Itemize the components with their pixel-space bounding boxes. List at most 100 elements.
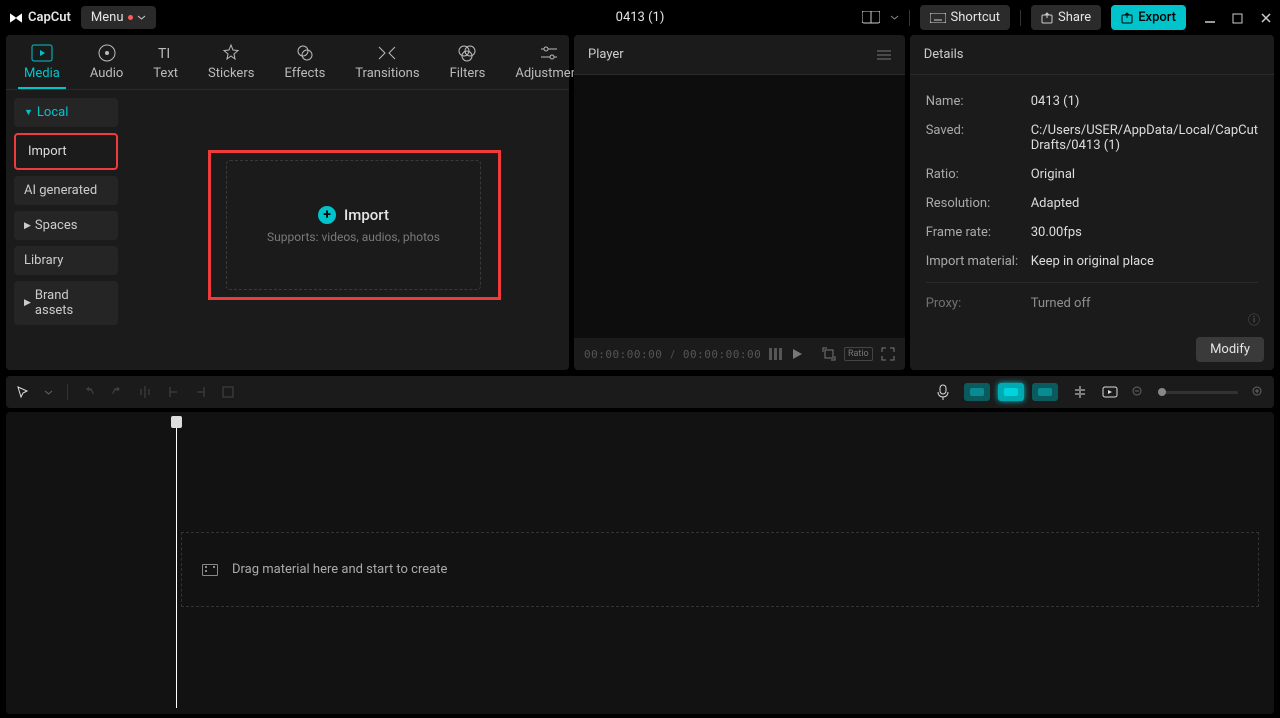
track-toggle-1[interactable]: [964, 383, 990, 401]
text-icon: TI: [155, 43, 177, 63]
timeline-drop-hint[interactable]: Drag material here and start to create: [181, 532, 1259, 607]
share-button[interactable]: Share: [1031, 5, 1101, 30]
modify-button[interactable]: Modify: [1196, 337, 1264, 362]
menu-dot-indicator: [128, 15, 133, 20]
sidebar-item-library[interactable]: Library: [14, 246, 118, 275]
sidebar-item-spaces[interactable]: ▶Spaces: [14, 211, 118, 240]
layout-chevron-icon[interactable]: [890, 13, 899, 22]
time-current: 00:00:00:00: [584, 348, 662, 361]
detail-key-name: Name:: [926, 94, 1031, 109]
tab-audio[interactable]: Audio: [84, 41, 129, 89]
import-dropzone[interactable]: + Import Supports: videos, audios, photo…: [226, 160, 481, 290]
align-icon[interactable]: [1072, 385, 1088, 399]
category-tabs: Media Audio TI Text Stickers Effects Tra…: [6, 35, 569, 90]
close-button[interactable]: [1260, 12, 1272, 24]
separator: [909, 10, 910, 26]
svg-text:TI: TI: [158, 46, 170, 62]
timeline-toolbar: [6, 376, 1274, 408]
mic-icon[interactable]: [936, 384, 950, 400]
transitions-icon: [376, 43, 398, 63]
menu-button[interactable]: Menu: [81, 6, 156, 29]
tab-effects[interactable]: Effects: [278, 41, 331, 89]
detail-val-res: Adapted: [1031, 196, 1258, 211]
detail-val-ratio: Original: [1031, 167, 1258, 182]
stickers-icon: [220, 43, 242, 63]
split-icon[interactable]: [138, 385, 152, 399]
app-name: CapCut: [28, 10, 71, 25]
timeline-area[interactable]: Drag material here and start to create: [6, 412, 1274, 714]
capcut-icon: [8, 10, 24, 26]
export-button[interactable]: Export: [1111, 5, 1186, 30]
detail-val-proxy: Turned off: [1031, 296, 1258, 311]
trim-right-icon[interactable]: [194, 385, 208, 399]
fullscreen-icon[interactable]: [881, 347, 895, 361]
maximize-button[interactable]: [1232, 12, 1244, 24]
player-title: Player: [588, 47, 624, 62]
film-icon: [202, 564, 218, 576]
tab-media[interactable]: Media: [18, 41, 66, 89]
tab-filters[interactable]: Filters: [444, 41, 492, 89]
ratio-button[interactable]: Ratio: [844, 347, 873, 361]
minimize-button[interactable]: [1204, 12, 1216, 24]
delete-icon[interactable]: [222, 386, 234, 398]
columns-icon[interactable]: [769, 348, 783, 360]
cursor-chevron-icon[interactable]: [44, 388, 53, 397]
zoom-in-icon[interactable]: [1252, 386, 1264, 398]
trim-left-icon[interactable]: [166, 385, 180, 399]
project-title: 0413 (1): [616, 10, 665, 25]
sidebar-item-local[interactable]: ▼Local: [14, 98, 118, 127]
detail-key-fps: Frame rate:: [926, 225, 1031, 240]
detail-val-saved: C:/Users/USER/AppData/Local/CapCut Draft…: [1031, 123, 1258, 153]
plus-icon: +: [318, 206, 336, 224]
app-logo: CapCut: [8, 10, 71, 26]
media-icon: [31, 43, 53, 63]
separator: [1020, 10, 1021, 26]
player-panel: Player 00:00:00:00 / 00:00:00:00 Ratio: [574, 35, 905, 370]
chevron-down-icon: [137, 13, 146, 22]
time-sep: /: [670, 348, 675, 361]
track-toggle-2[interactable]: [998, 383, 1024, 401]
layout-icon[interactable]: [862, 11, 880, 25]
cursor-icon[interactable]: [16, 385, 30, 399]
audio-icon: [96, 43, 118, 63]
timeline-hint-text: Drag material here and start to create: [232, 562, 447, 577]
detail-key-proxy: Proxy:: [926, 296, 1031, 311]
details-title: Details: [924, 47, 964, 62]
share-icon: [1041, 12, 1053, 24]
zoom-out-icon[interactable]: [1132, 386, 1144, 398]
detail-val-name: 0413 (1): [1031, 94, 1258, 109]
undo-icon[interactable]: [82, 385, 96, 399]
filters-icon: [456, 43, 478, 63]
help-icon[interactable]: ⓘ: [1248, 311, 1260, 328]
time-total: 00:00:00:00: [683, 348, 761, 361]
media-panel: Media Audio TI Text Stickers Effects Tra…: [6, 35, 569, 370]
sidebar-item-brand[interactable]: ▶Brand assets: [14, 281, 118, 325]
player-viewport[interactable]: [574, 75, 905, 338]
detail-separator: [926, 282, 1258, 283]
detail-key-saved: Saved:: [926, 123, 1031, 153]
play-icon[interactable]: [791, 348, 803, 360]
detail-key-res: Resolution:: [926, 196, 1031, 211]
sidebar-item-import[interactable]: Import: [14, 133, 118, 170]
tab-transitions[interactable]: Transitions: [349, 41, 425, 89]
redo-icon[interactable]: [110, 385, 124, 399]
tab-text[interactable]: TI Text: [147, 41, 184, 89]
scale-icon[interactable]: [822, 347, 836, 361]
zoom-slider[interactable]: [1158, 391, 1238, 394]
detail-key-mat: Import material:: [926, 254, 1031, 269]
track-toggle-3[interactable]: [1032, 383, 1058, 401]
tab-stickers[interactable]: Stickers: [202, 41, 260, 89]
sidebar-item-ai[interactable]: AI generated: [14, 176, 118, 205]
export-icon: [1121, 12, 1133, 24]
preview-icon[interactable]: [1102, 386, 1118, 398]
detail-val-fps: 30.00fps: [1031, 225, 1258, 240]
adjustment-icon: [538, 43, 560, 63]
detail-val-mat: Keep in original place: [1031, 254, 1258, 269]
playhead[interactable]: [176, 418, 177, 708]
player-menu-icon[interactable]: [877, 50, 891, 60]
import-subtitle: Supports: videos, audios, photos: [267, 230, 440, 244]
import-title: Import: [344, 206, 389, 224]
media-source-list: ▼Local Import AI generated ▶Spaces Libra…: [6, 90, 126, 370]
detail-key-ratio: Ratio:: [926, 167, 1031, 182]
shortcut-button[interactable]: Shortcut: [920, 5, 1011, 30]
